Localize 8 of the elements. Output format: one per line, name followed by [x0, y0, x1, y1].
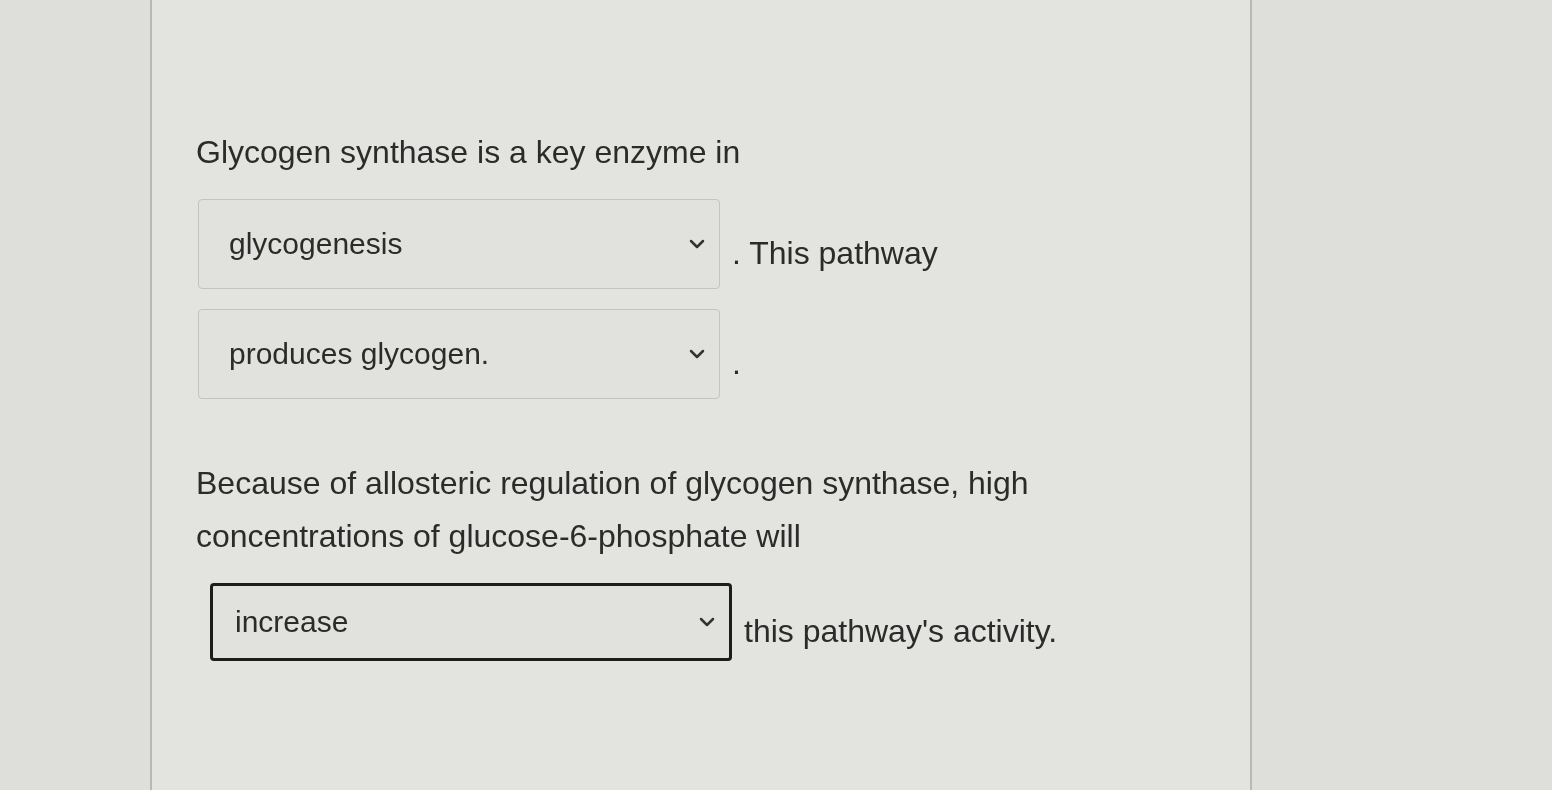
question-text: Because of allosteric regulation of glycogen synthase, high concentrations of glucose-6-phosphate will [196, 464, 1030, 556]
question-text: Glycogen synthase is a key enzyme in [196, 133, 741, 172]
answer-dropdown[interactable]: increase [210, 583, 732, 661]
question-text: . [732, 343, 741, 383]
answer-dropdown[interactable]: produces glycogen. [198, 309, 720, 399]
question-text: . This pathway [732, 233, 938, 273]
answer-dropdown[interactable]: glycogenesis [198, 199, 720, 289]
question-text: this pathway's activity. [744, 611, 1058, 651]
